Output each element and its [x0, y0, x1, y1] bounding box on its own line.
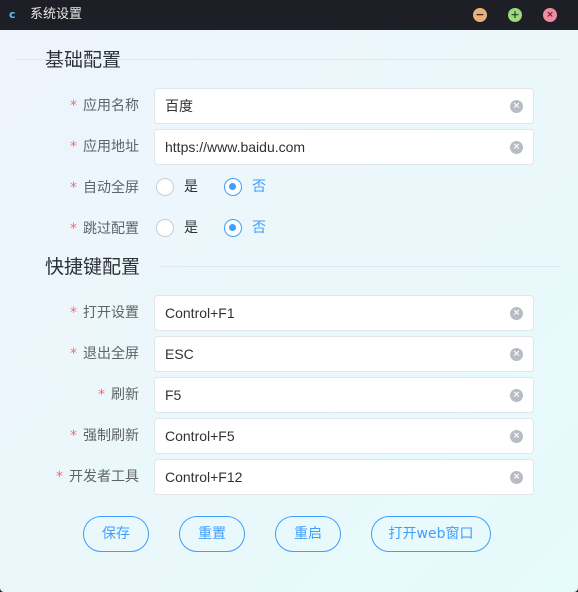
devtools-input[interactable]	[165, 460, 495, 494]
required-mark: *	[70, 305, 77, 321]
maximize-button[interactable]: +	[508, 8, 522, 22]
required-mark: *	[70, 139, 77, 155]
form-row-app-url: * 应用地址 ×	[0, 129, 578, 165]
restart-button[interactable]: 重启	[275, 516, 341, 552]
app-name-input[interactable]	[165, 89, 495, 123]
field-label: * 应用地址	[70, 137, 139, 157]
label-text: 开发者工具	[69, 469, 139, 485]
form-row-skip-config: * 跳过配置 是 否	[0, 211, 578, 247]
required-mark: *	[70, 98, 77, 114]
field-label: * 跳过配置	[70, 219, 139, 239]
label-text: 自动全屏	[83, 180, 139, 196]
clear-icon[interactable]: ×	[510, 141, 523, 154]
refresh-input[interactable]	[165, 378, 495, 412]
field-label: * 强制刷新	[70, 426, 139, 446]
form-row-force-refresh: * 强制刷新 ×	[0, 418, 578, 454]
radio-circle-icon	[156, 178, 174, 196]
form-row-exit-fullscreen: * 退出全屏 ×	[0, 336, 578, 372]
radio-circle-icon	[156, 219, 174, 237]
app-url-field: ×	[154, 129, 534, 165]
required-mark: *	[70, 180, 77, 196]
exit-fullscreen-field: ×	[154, 336, 534, 372]
field-label: * 自动全屏	[70, 178, 139, 198]
clear-icon[interactable]: ×	[510, 389, 523, 402]
form-row-devtools: * 开发者工具 ×	[0, 459, 578, 495]
radio-label: 否	[252, 179, 266, 195]
form-row-open-settings: * 打开设置 ×	[0, 295, 578, 331]
save-button[interactable]: 保存	[83, 516, 149, 552]
force-refresh-field: ×	[154, 418, 534, 454]
label-text: 强制刷新	[83, 428, 139, 444]
devtools-field: ×	[154, 459, 534, 495]
section-divider	[160, 266, 561, 267]
required-mark: *	[56, 469, 63, 485]
clear-icon[interactable]: ×	[510, 348, 523, 361]
section-divider	[16, 59, 561, 60]
required-mark: *	[98, 387, 105, 403]
radio-checked-icon	[224, 219, 242, 237]
label-text: 应用地址	[83, 139, 139, 155]
clear-icon[interactable]: ×	[510, 307, 523, 320]
required-mark: *	[70, 346, 77, 362]
close-button[interactable]: ×	[543, 8, 557, 22]
label-text: 跳过配置	[83, 221, 139, 237]
field-label: * 应用名称	[70, 96, 139, 116]
clear-icon[interactable]: ×	[510, 430, 523, 443]
field-label: * 开发者工具	[56, 467, 139, 487]
field-label: * 刷新	[98, 385, 139, 405]
label-text: 应用名称	[83, 98, 139, 114]
app-logo-icon: c	[9, 8, 16, 21]
label-text: 刷新	[111, 387, 139, 403]
field-label: * 退出全屏	[70, 344, 139, 364]
app-url-input[interactable]	[165, 130, 495, 164]
radio-label: 是	[184, 179, 198, 195]
open-web-window-button[interactable]: 打开web窗口	[371, 516, 491, 552]
refresh-field: ×	[154, 377, 534, 413]
required-mark: *	[70, 428, 77, 444]
title-bar: c 系统设置 − + ×	[0, 0, 578, 30]
clear-icon[interactable]: ×	[510, 471, 523, 484]
section-title-basic: 基础配置	[45, 49, 122, 71]
label-text: 退出全屏	[83, 346, 139, 362]
radio-checked-icon	[224, 178, 242, 196]
settings-form: 基础配置 * 应用名称 × * 应用地址 × * 自动全屏 是 否	[0, 30, 578, 592]
reset-button[interactable]: 重置	[179, 516, 245, 552]
form-row-app-name: * 应用名称 ×	[0, 88, 578, 124]
field-label: * 打开设置	[70, 303, 139, 323]
required-mark: *	[70, 221, 77, 237]
app-name-field: ×	[154, 88, 534, 124]
form-row-auto-fullscreen: * 自动全屏 是 否	[0, 170, 578, 206]
settings-window: c 系统设置 − + × 基础配置 * 应用名称 × * 应用地址 × * 自动全屏	[0, 0, 578, 592]
window-title: 系统设置	[30, 7, 83, 22]
label-text: 打开设置	[83, 305, 139, 321]
clear-icon[interactable]: ×	[510, 100, 523, 113]
radio-label: 是	[184, 220, 198, 236]
radio-label: 否	[252, 220, 266, 236]
form-row-refresh: * 刷新 ×	[0, 377, 578, 413]
open-settings-input[interactable]	[165, 296, 495, 330]
open-settings-field: ×	[154, 295, 534, 331]
force-refresh-input[interactable]	[165, 419, 495, 453]
section-title-shortcuts: 快捷键配置	[45, 256, 141, 278]
minimize-button[interactable]: −	[473, 8, 487, 22]
exit-fullscreen-input[interactable]	[165, 337, 495, 371]
